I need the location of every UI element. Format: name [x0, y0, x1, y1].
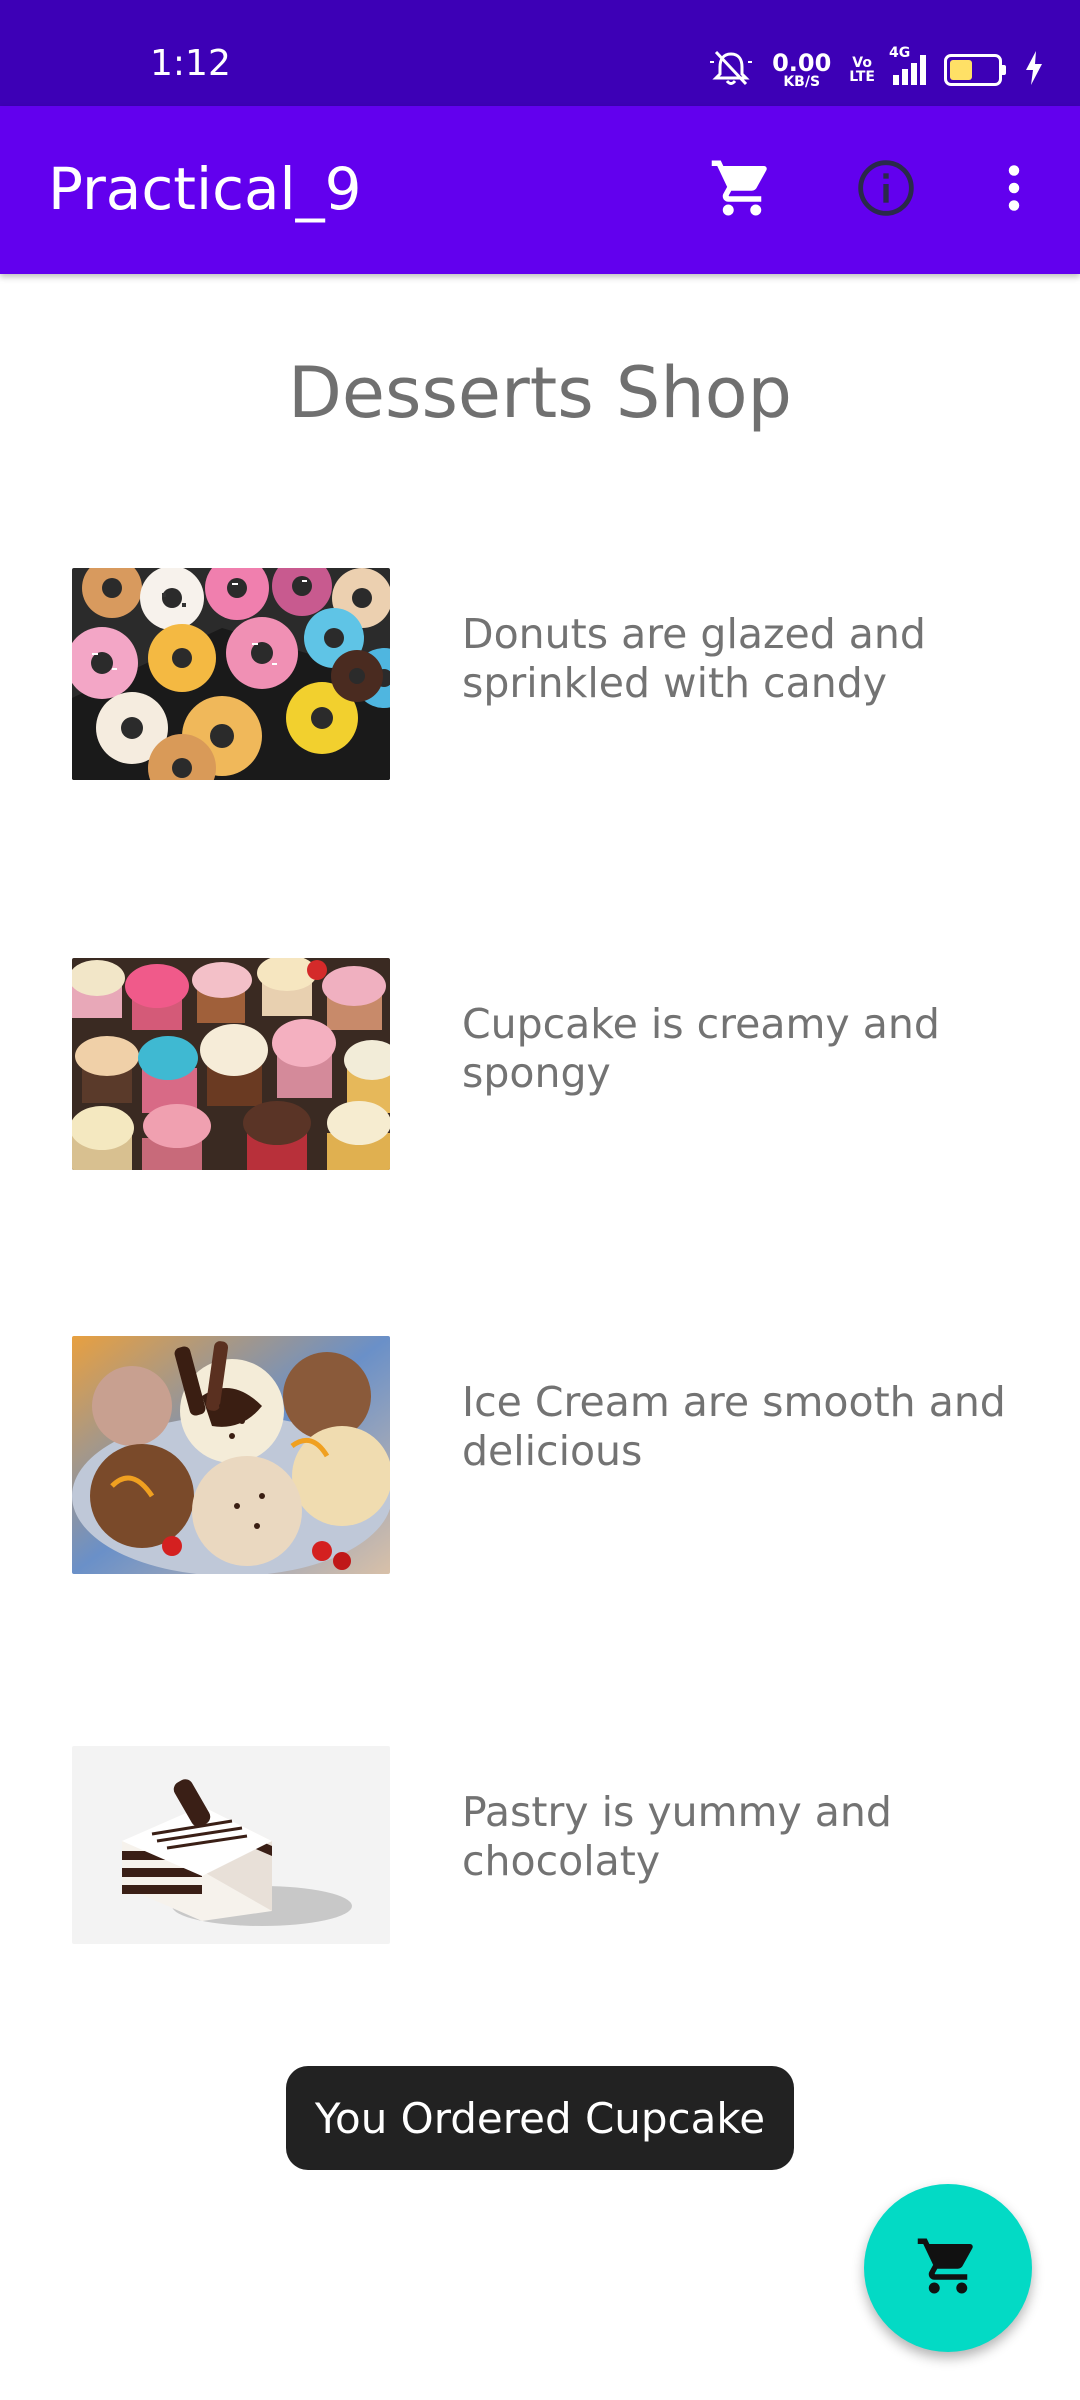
- battery-icon: [944, 54, 1006, 86]
- cart-icon: [709, 155, 775, 225]
- info-icon: [854, 156, 918, 224]
- list-item-cupcake[interactable]: Cupcake is creamy and spongy: [72, 958, 1032, 1170]
- cart-fab[interactable]: [864, 2184, 1032, 2352]
- network-speed: 0.00 KB/S: [772, 49, 832, 90]
- cupcake-description: Cupcake is creamy and spongy: [462, 1000, 940, 1097]
- signal-icon: 4G: [889, 45, 926, 85]
- pastry-image[interactable]: [72, 1746, 390, 1944]
- order-toast: You Ordered Cupcake: [286, 2066, 794, 2170]
- volte-indicator: Vo LTE: [849, 55, 875, 85]
- cupcake-image[interactable]: [72, 958, 390, 1170]
- info-button[interactable]: [848, 152, 924, 228]
- toast-message: You Ordered Cupcake: [314, 2093, 766, 2143]
- ice-cream-description: Ice Cream are smooth and delicious: [462, 1378, 1006, 1475]
- mute-bell-icon: [708, 48, 754, 92]
- donuts-description: Donuts are glazed and sprinkled with can…: [462, 610, 926, 707]
- charging-icon: [1024, 51, 1044, 89]
- cart-icon: [915, 2233, 981, 2303]
- app-title: Practical_9: [48, 155, 362, 223]
- cart-button[interactable]: [704, 152, 780, 228]
- overflow-menu-button[interactable]: [976, 152, 1052, 228]
- list-item-donuts[interactable]: Donuts are glazed and sprinkled with can…: [72, 568, 1032, 780]
- status-icons: 0.00 KB/S Vo LTE 4G: [708, 45, 1044, 92]
- list-item-ice-cream[interactable]: Ice Cream are smooth and delicious: [72, 1336, 1032, 1574]
- list-item-pastry[interactable]: Pastry is yummy and chocolaty: [72, 1746, 1032, 1944]
- donuts-image[interactable]: [72, 568, 390, 780]
- status-time: 1:12: [150, 43, 231, 84]
- more-vert-icon: [984, 158, 1044, 222]
- status-bar: 1:12 0.00 KB/S Vo LTE 4G: [0, 0, 1080, 106]
- ice-cream-image[interactable]: [72, 1336, 390, 1574]
- pastry-description: Pastry is yummy and chocolaty: [462, 1788, 892, 1885]
- shop-title: Desserts Shop: [288, 352, 792, 434]
- app-bar: Practical_9: [0, 106, 1080, 274]
